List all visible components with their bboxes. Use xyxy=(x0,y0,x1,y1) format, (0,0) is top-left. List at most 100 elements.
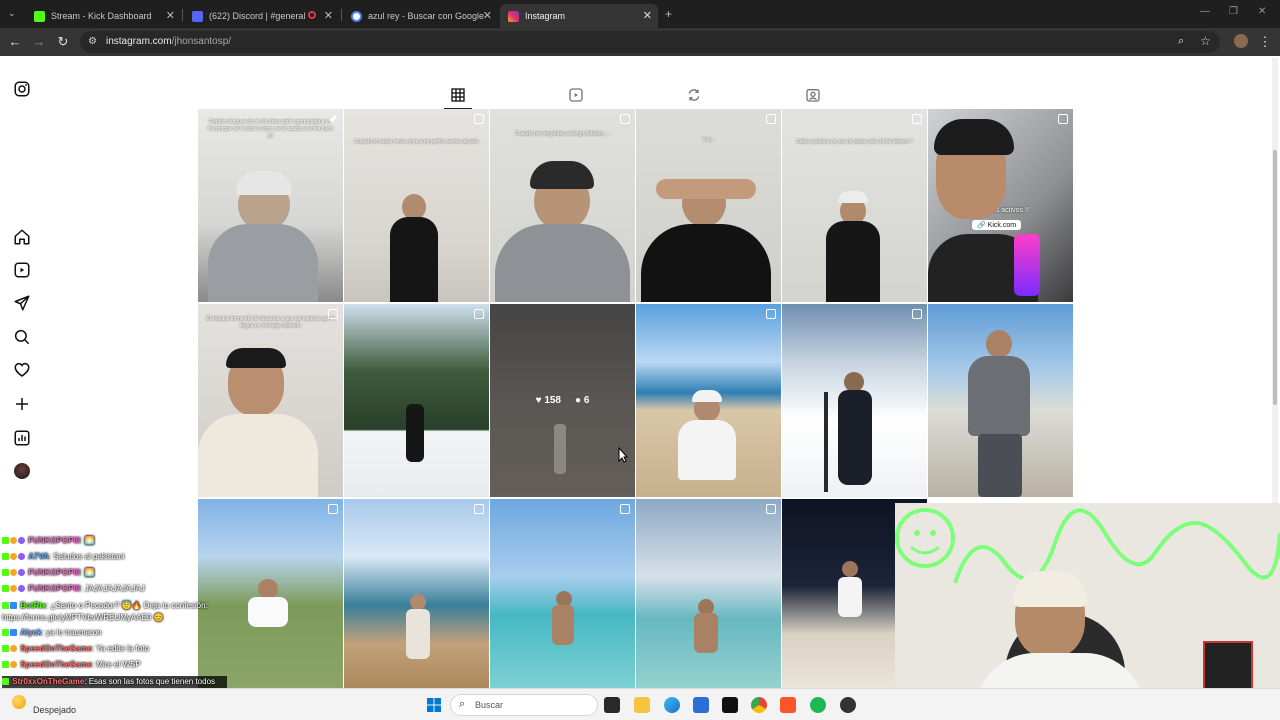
bookmark-star-icon[interactable]: ☆ xyxy=(1200,34,1211,48)
reload-icon[interactable]: ↻ xyxy=(54,33,72,51)
chat-message: FUNKOPOPIII: JAJAJAJAJAJAJ xyxy=(2,584,145,593)
reels-tab-icon[interactable] xyxy=(568,87,584,103)
taskbar-search-box[interactable]: ⌕ Buscar xyxy=(450,694,598,716)
tab-discord[interactable]: (622) Discord | #general ✕ xyxy=(184,4,339,28)
kick-badge-icon xyxy=(2,537,9,545)
stream-chat-overlay: FUNKOPOPIII: 🌅 A7VA: Saludos al pakistan… xyxy=(0,534,300,700)
brave-icon[interactable] xyxy=(780,697,796,713)
kick-link-sticker: 🔗 Kick.com xyxy=(972,220,1022,230)
minimize-icon[interactable]: — xyxy=(1200,6,1210,17)
create-icon[interactable] xyxy=(13,395,31,413)
tagged-tab-icon[interactable] xyxy=(805,87,821,103)
post-thumbnail[interactable]: Estamos activos !! 🔗 Kick.com xyxy=(928,109,1073,302)
post-thumbnail[interactable]: Sabes quienes no van de tonan este 14 de… xyxy=(782,109,927,302)
profile-avatar[interactable] xyxy=(14,463,30,479)
app-y-icon[interactable] xyxy=(722,697,738,713)
reel-badge-icon xyxy=(912,114,922,124)
close-tab-icon[interactable]: ✕ xyxy=(166,9,175,22)
post-thumbnail[interactable] xyxy=(928,304,1073,497)
chat-text: : Ya edite la foto xyxy=(91,644,149,653)
post-thumbnail[interactable] xyxy=(782,304,927,497)
gift-badge-icon xyxy=(18,553,25,561)
person-face xyxy=(842,561,858,577)
post-thumbnail[interactable] xyxy=(344,304,489,497)
windows-start-icon[interactable] xyxy=(426,697,442,713)
reels-icon[interactable] xyxy=(13,261,31,279)
chat-username: BotRix xyxy=(20,601,47,610)
task-view-icon[interactable] xyxy=(604,697,620,713)
kick-badge-icon xyxy=(2,678,9,686)
forward-icon[interactable]: → xyxy=(30,33,48,51)
home-icon[interactable] xyxy=(13,228,31,246)
post-thumbnail[interactable]: Y si... xyxy=(636,109,781,302)
carousel-badge-icon xyxy=(328,504,338,514)
weather-icon[interactable] xyxy=(12,695,26,709)
instagram-logo-icon[interactable] xyxy=(13,80,31,98)
chat-username: FUNKOPOPIII xyxy=(28,536,81,545)
chrome-icon[interactable] xyxy=(751,697,767,713)
zoom-icon[interactable]: ⌕ xyxy=(1178,35,1184,48)
spotify-icon[interactable] xyxy=(810,697,826,713)
cap-hat xyxy=(838,191,868,203)
comments-value: 6 xyxy=(583,395,590,406)
hover-stats-overlay: ♥ 158 ● 6 xyxy=(490,304,635,497)
chat-username: Alyck xyxy=(20,628,42,637)
reel-badge-icon xyxy=(766,114,776,124)
search-icon: ⌕ xyxy=(459,698,466,710)
kick-badge-icon xyxy=(2,569,9,577)
close-tab-icon[interactable]: ✕ xyxy=(324,9,333,22)
tab-kick-dashboard[interactable]: Stream - Kick Dashboard ✕ xyxy=(26,4,181,28)
edge-icon[interactable] xyxy=(664,697,680,713)
likes-count: ♥ 158 xyxy=(535,395,561,406)
close-tab-icon[interactable]: ✕ xyxy=(483,9,492,22)
post-caption: El impulso tremendo de bloquear a aun as… xyxy=(206,316,335,329)
black-shirt xyxy=(641,224,771,302)
post-thumbnail[interactable] xyxy=(344,499,489,692)
windows-taskbar: Despejado ⌕ Buscar xyxy=(0,688,1280,720)
tab-search-icon[interactable]: ⌄ xyxy=(8,8,16,19)
kick-badge-icon xyxy=(2,602,9,610)
maximize-icon[interactable]: ❐ xyxy=(1229,6,1238,17)
dashboard-icon[interactable] xyxy=(13,429,31,447)
post-thumbnail[interactable]: Cuando me preguntan si tengo defectos ..… xyxy=(490,109,635,302)
site-info-icon[interactable]: ⚙ xyxy=(88,36,97,47)
tab-instagram[interactable]: Instagram ✕ xyxy=(500,4,658,28)
browser-profile-avatar[interactable] xyxy=(1234,34,1248,48)
cap-hat xyxy=(692,390,722,402)
reposts-tab-icon[interactable] xyxy=(686,87,702,103)
post-caption: Cuando me preguntan si tengo defectos ..… xyxy=(515,131,610,137)
post-thumbnail[interactable] xyxy=(490,499,635,692)
chat-username: SpeedOnTheGame xyxy=(20,660,92,669)
carousel-badge-icon xyxy=(474,504,484,514)
tab-google-search[interactable]: azul rey - Buscar con Google ✕ xyxy=(343,4,498,28)
gift-badge-icon xyxy=(18,537,25,545)
page-scrollbar-thumb[interactable] xyxy=(1273,150,1277,405)
new-tab-icon[interactable]: + xyxy=(665,7,672,21)
hoodie xyxy=(495,224,630,302)
microphone xyxy=(1014,234,1040,296)
chat-username: Str0xxOnTheGame xyxy=(12,677,85,686)
address-bar[interactable]: ⚙ instagram.com/jhonsantosp/ ⌕ ☆ xyxy=(80,31,1220,53)
search-icon[interactable] xyxy=(13,328,31,346)
gift-badge-icon xyxy=(18,585,25,593)
window-close-icon[interactable]: ✕ xyxy=(1258,6,1266,17)
store-icon[interactable] xyxy=(693,697,709,713)
chat-username: A7VA xyxy=(28,552,49,561)
sub-badge-icon xyxy=(10,569,17,577)
carousel-badge-icon xyxy=(766,309,776,319)
browser-toolbar: ← → ↻ ⚙ instagram.com/jhonsantosp/ ⌕ ☆ ⋮ xyxy=(0,28,1280,56)
menu-kebab-icon[interactable]: ⋮ xyxy=(1256,33,1274,51)
file-explorer-icon[interactable] xyxy=(634,697,650,713)
notifications-icon[interactable] xyxy=(13,361,31,379)
back-icon[interactable]: ← xyxy=(6,33,24,51)
post-thumbnail[interactable] xyxy=(636,304,781,497)
post-thumbnail[interactable]: El impulso tremendo de bloquear a aun as… xyxy=(198,304,343,497)
post-thumbnail[interactable] xyxy=(636,499,781,692)
posts-grid-icon[interactable] xyxy=(450,87,466,103)
obs-icon[interactable] xyxy=(840,697,856,713)
post-thumbnail[interactable]: Cuando el nuevo novio entra a mi perfil … xyxy=(344,109,489,302)
close-tab-icon[interactable]: ✕ xyxy=(643,9,652,22)
post-thumbnail[interactable]: Repéte despues de mi No debo darle oport… xyxy=(198,109,343,302)
post-thumbnail[interactable]: ♥ 158 ● 6 xyxy=(490,304,635,497)
messages-icon[interactable] xyxy=(13,294,31,312)
